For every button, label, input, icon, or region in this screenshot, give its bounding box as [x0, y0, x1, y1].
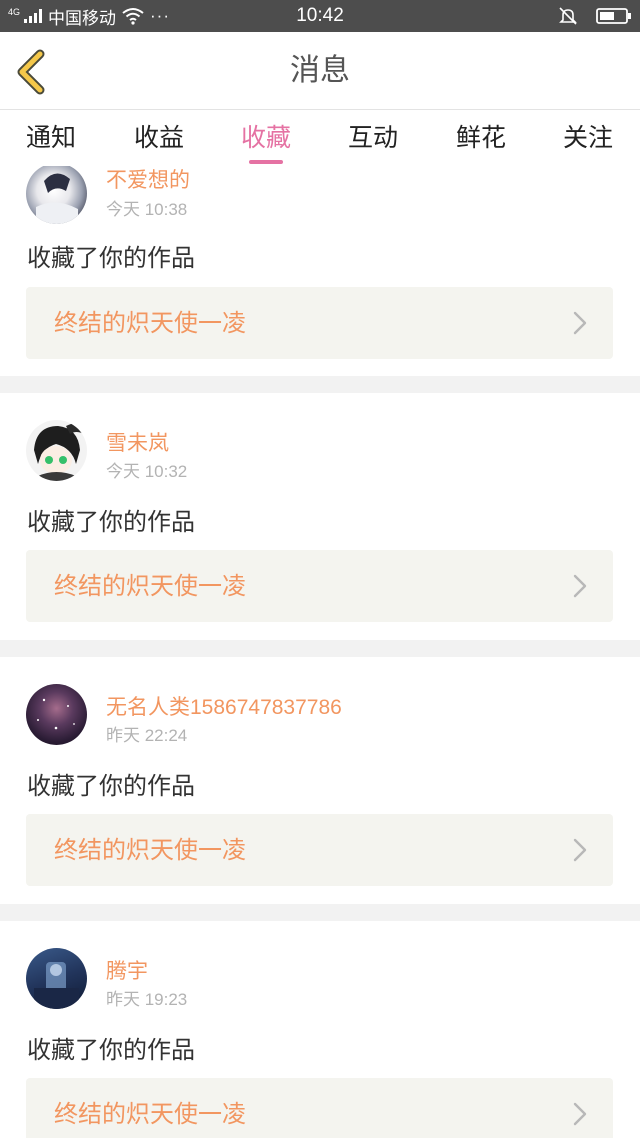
bell-muted-icon	[559, 7, 577, 25]
work-link[interactable]: 终结的炽天使一凌	[26, 814, 613, 886]
action-text: 收藏了你的作品	[27, 1036, 195, 1064]
chevron-right-icon	[573, 574, 587, 598]
tab-follow[interactable]: 关注	[543, 110, 633, 166]
list-item: 雪未岚 今天 10:32 收藏了你的作品 终结的炽天使一凌	[0, 393, 640, 640]
work-title: 终结的炽天使一凌	[54, 572, 246, 600]
timestamp: 今天 10:32	[106, 462, 188, 481]
username[interactable]: 雪未岚	[106, 427, 169, 457]
list-item: 无名人类1586747837786 昨天 22:24 收藏了你的作品 终结的炽天…	[0, 657, 640, 904]
divider	[0, 376, 640, 393]
battery-icon	[596, 8, 631, 24]
tab-flowers[interactable]: 鲜花	[436, 110, 526, 166]
chevron-right-icon	[573, 311, 587, 335]
work-title: 终结的炽天使一凌	[54, 836, 246, 864]
tab-favorites[interactable]: 收藏	[221, 110, 311, 166]
divider	[0, 904, 640, 921]
avatar[interactable]	[26, 420, 87, 481]
username[interactable]: 无名人类1586747837786	[106, 691, 342, 721]
tab-interaction[interactable]: 互动	[328, 110, 418, 166]
header: 消息	[0, 32, 640, 110]
action-text: 收藏了你的作品	[27, 508, 195, 536]
work-title: 终结的炽天使一凌	[54, 309, 246, 337]
status-time: 10:42	[296, 5, 344, 26]
divider	[0, 640, 640, 657]
username[interactable]: 不爱想的	[106, 166, 190, 194]
page-title: 消息	[290, 53, 350, 88]
avatar[interactable]	[26, 684, 87, 745]
work-link[interactable]: 终结的炽天使一凌	[26, 1078, 613, 1138]
username[interactable]: 腾宇	[106, 955, 148, 985]
chevron-right-icon	[573, 838, 587, 862]
tab-notification[interactable]: 通知	[6, 110, 96, 166]
action-text: 收藏了你的作品	[27, 244, 195, 272]
list-item: 腾宇 昨天 19:23 收藏了你的作品 终结的炽天使一凌	[0, 921, 640, 1138]
action-text: 收藏了你的作品	[27, 772, 195, 800]
timestamp: 今天 10:38	[106, 200, 188, 219]
chevron-right-icon	[573, 1102, 587, 1126]
avatar[interactable]	[26, 948, 87, 1009]
message-list[interactable]: 不爱想的 今天 10:38 收藏了你的作品 终结的炽天使一凌 雪未岚 今天 10…	[0, 166, 640, 1138]
work-link[interactable]: 终结的炽天使一凌	[26, 287, 613, 359]
status-bar: 4G 中国移动 ··· 10:42	[0, 0, 640, 32]
timestamp: 昨天 22:24	[106, 726, 188, 745]
avatar[interactable]	[26, 166, 87, 224]
work-title: 终结的炽天使一凌	[54, 1100, 246, 1128]
timestamp: 昨天 19:23	[106, 990, 188, 1009]
work-link[interactable]: 终结的炽天使一凌	[26, 550, 613, 622]
list-item: 不爱想的 今天 10:38 收藏了你的作品 终结的炽天使一凌	[0, 166, 640, 376]
tab-bar: 通知 收益 收藏 互动 鲜花 关注	[0, 110, 640, 166]
active-tab-indicator	[249, 160, 283, 164]
tab-earnings[interactable]: 收益	[114, 110, 204, 166]
status-right	[558, 0, 632, 32]
